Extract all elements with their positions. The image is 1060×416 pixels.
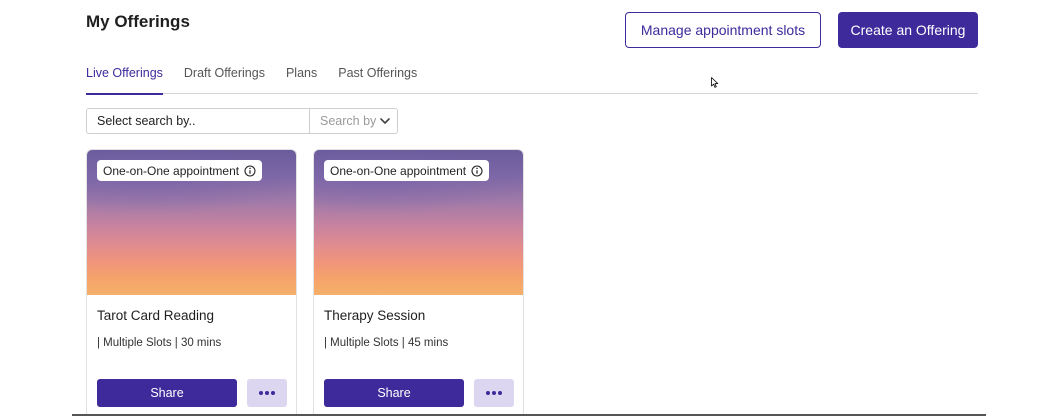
search-input[interactable] <box>87 109 310 133</box>
mouse-cursor-icon <box>711 77 719 88</box>
more-options-button[interactable] <box>474 379 514 407</box>
create-offering-button[interactable]: Create an Offering <box>838 12 978 48</box>
tab-plans[interactable]: Plans <box>286 60 317 94</box>
share-button[interactable]: Share <box>97 379 237 407</box>
offering-card[interactable]: One-on-One appointment Tarot Card Readin… <box>86 149 297 416</box>
tab-live-offerings[interactable]: Live Offerings <box>86 60 163 95</box>
offering-type-label: One-on-One appointment <box>103 163 240 178</box>
more-options-button[interactable] <box>247 379 287 407</box>
offering-cover-image: One-on-One appointment <box>314 150 523 295</box>
offering-card[interactable]: One-on-One appointment Therapy Session |… <box>313 149 524 416</box>
info-icon[interactable] <box>471 164 483 177</box>
offering-meta: | Multiple Slots | 30 mins <box>97 337 222 349</box>
offering-type-badge: One-on-One appointment <box>324 160 490 181</box>
offering-type-label: One-on-One appointment <box>330 163 467 178</box>
info-icon[interactable] <box>244 164 256 177</box>
offering-title: Tarot Card Reading <box>97 308 215 323</box>
offering-cover-image: One-on-One appointment <box>87 150 296 295</box>
offering-title: Therapy Session <box>324 308 426 323</box>
tab-draft-offerings[interactable]: Draft Offerings <box>184 60 265 94</box>
search-by-dropdown[interactable]: Search by <box>310 109 397 133</box>
search-by-label: Search by <box>320 114 377 128</box>
manage-appointment-slots-button[interactable]: Manage appointment slots <box>625 12 821 48</box>
chevron-down-icon <box>380 118 390 124</box>
search-bar: Search by <box>86 108 398 134</box>
tab-past-offerings[interactable]: Past Offerings <box>338 60 417 94</box>
offerings-page: My Offerings Manage appointment slots Cr… <box>0 0 1060 416</box>
offerings-tabs: Live Offerings Draft Offerings Plans Pas… <box>86 60 978 95</box>
share-button[interactable]: Share <box>324 379 464 407</box>
offering-type-badge: One-on-One appointment <box>97 160 263 181</box>
page-title: My Offerings <box>86 12 190 31</box>
ellipsis-icon <box>486 391 502 395</box>
offering-meta: | Multiple Slots | 45 mins <box>324 337 449 349</box>
ellipsis-icon <box>259 391 275 395</box>
